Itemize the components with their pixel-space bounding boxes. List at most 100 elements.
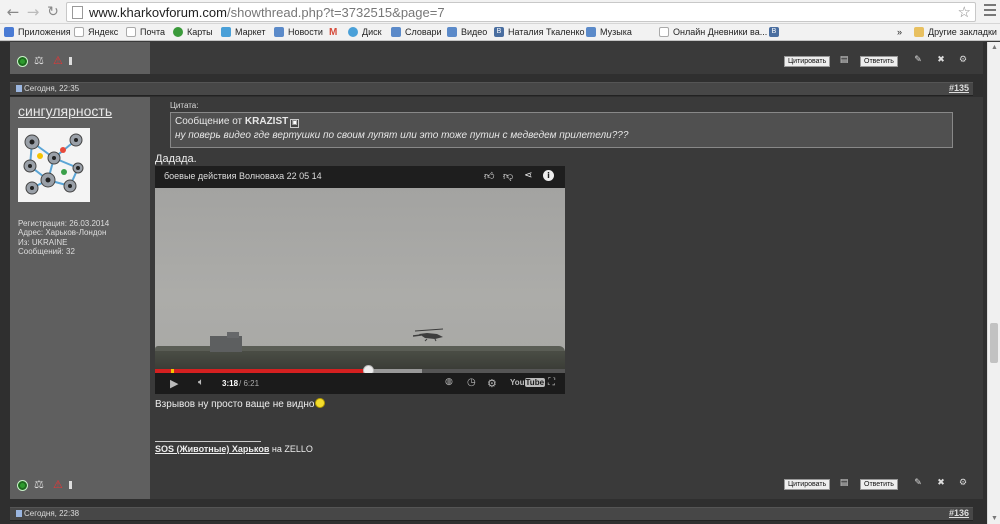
online-status-icon <box>17 56 28 67</box>
bookmark-yandex[interactable]: Яндекс <box>74 27 118 37</box>
bookmark-label: Наталия Ткаленко <box>508 27 585 37</box>
video-icon <box>447 27 457 37</box>
reply-button[interactable]: Ответить <box>860 479 898 490</box>
bookmark-label: Словари <box>405 27 442 37</box>
bookmarks-overflow[interactable]: » <box>897 27 902 37</box>
scroll-down-arrow-icon[interactable]: ▼ <box>991 515 998 522</box>
multiquote-icon[interactable]: ▤ <box>839 478 849 489</box>
scrollbar-thumb[interactable] <box>990 323 998 363</box>
captions-icon[interactable]: ◍ <box>445 377 453 387</box>
settings-gear-icon[interactable]: ⚙ <box>487 377 497 390</box>
watch-later-icon[interactable]: ◷ <box>467 377 476 388</box>
user-action-icon[interactable]: ⚙ <box>958 478 968 489</box>
signature: SOS (Животные) Харьков на ZELLO <box>155 444 313 454</box>
avatar[interactable] <box>18 128 90 202</box>
forum-page: ⚖ ⚠ Цитировать ▤ Ответить ✎ ✖ ⚙ Сегодня,… <box>0 42 987 524</box>
ignore-icon[interactable]: ✖ <box>936 55 946 66</box>
bookmarks-bar: Приложения Яндекс Почта Карты Маркет Нов… <box>0 24 1000 41</box>
bookmark-gmail[interactable]: M <box>329 27 337 38</box>
info-icon[interactable]: i <box>543 170 554 181</box>
bookmark-news[interactable]: Новости <box>274 27 323 37</box>
bookmark-disk[interactable]: Диск <box>348 27 382 37</box>
view-post-icon[interactable]: ▣ <box>290 119 300 128</box>
reply-button[interactable]: Ответить <box>860 56 898 67</box>
browser-toolbar: ← → ↻ www.kharkovforum.com/showthread.ph… <box>0 0 1000 24</box>
video-title[interactable]: боевые действия Волноваха 22 05 14 <box>164 171 322 181</box>
signature-link[interactable]: SOS (Животные) Харьков <box>155 444 269 454</box>
volume-icon[interactable]: 🔈︎ <box>198 377 204 388</box>
overflow-chevron-icon: » <box>897 27 903 37</box>
bookmark-dictionary[interactable]: Словари <box>391 27 442 37</box>
post-135: сингулярность Регистрация: 26.03.2014 Ад… <box>10 97 983 499</box>
post-doc-icon <box>16 85 22 92</box>
ignore-icon[interactable]: ✖ <box>936 478 946 489</box>
url-text[interactable]: www.kharkovforum.com/showthread.php?t=37… <box>89 5 445 20</box>
news-icon <box>274 27 284 37</box>
edit-icon[interactable]: ✎ <box>913 478 923 489</box>
multiquote-icon[interactable]: ▤ <box>839 55 849 66</box>
page-scrollbar[interactable]: ▲ ▼ <box>987 42 1000 524</box>
bookmark-star-icon[interactable]: ☆ <box>958 3 971 21</box>
vk-icon: B <box>769 27 779 37</box>
post-date: Сегодня, 22:35 <box>16 84 79 93</box>
bookmark-market[interactable]: Маркет <box>221 27 265 37</box>
quote-button[interactable]: Цитировать <box>784 479 831 490</box>
report-warning-icon[interactable]: ⚠ <box>53 478 63 491</box>
address-bar[interactable]: www.kharkovforum.com/showthread.php?t=37… <box>66 2 976 22</box>
play-icon[interactable]: ▶ <box>170 377 178 390</box>
youtube-video-player[interactable]: боевые действия Волноваха 22 05 14 👍︎ 👎︎… <box>155 166 565 394</box>
scroll-up-arrow-icon[interactable]: ▲ <box>991 44 998 51</box>
scales-icon[interactable]: ⚖ <box>34 54 44 67</box>
video-controls: ▶ 🔈︎ 3:18 / 6:21 ◍ ◷ ⚙ YouTube ⛶ <box>155 373 565 394</box>
edit-icon[interactable]: ✎ <box>913 55 923 66</box>
video-title-bar: боевые действия Волноваха 22 05 14 👍︎ 👎︎… <box>155 166 565 188</box>
bookmark-vk[interactable]: B <box>769 27 783 37</box>
forward-arrow-icon[interactable]: → <box>24 3 42 21</box>
page-icon <box>126 27 136 37</box>
video-building-top <box>227 332 239 338</box>
quote-author-prefix: Сообщение от <box>175 116 245 127</box>
bookmark-label: Приложения <box>18 27 71 37</box>
bookmark-video[interactable]: Видео <box>447 27 487 37</box>
bookmark-label: Яндекс <box>88 27 119 37</box>
user-action-icon[interactable]: ⚙ <box>958 55 968 66</box>
post-date-text: Сегодня, 22:38 <box>24 509 80 518</box>
post-number-link[interactable]: #136 <box>949 508 969 518</box>
bookmark-mail[interactable]: Почта <box>126 27 165 37</box>
video-ground <box>155 351 565 369</box>
thumbs-up-icon[interactable]: 👍︎ <box>484 170 494 182</box>
music-icon <box>586 27 596 37</box>
quote-label: Цитата: <box>170 101 199 110</box>
post-text: Дадада. <box>155 153 197 165</box>
post-content: Цитата: Сообщение от KRAZIST ▣ ну поверь … <box>150 97 983 499</box>
post-doc-icon <box>16 510 22 517</box>
vk-icon: B <box>494 27 504 37</box>
bookmark-online-diaries[interactable]: Онлайн Дневники ва... <box>659 27 767 37</box>
page-icon <box>74 27 84 37</box>
folder-icon <box>914 27 924 37</box>
youtube-logo[interactable]: YouTube <box>510 378 546 387</box>
bookmark-vk-natalia[interactable]: B Наталия Ткаленко <box>494 27 585 37</box>
fullscreen-icon[interactable]: ⛶ <box>548 377 555 388</box>
post-number-link[interactable]: #135 <box>949 83 969 93</box>
video-frame[interactable] <box>155 188 565 369</box>
post-user-panel: сингулярность Регистрация: 26.03.2014 Ад… <box>10 97 150 499</box>
report-warning-icon[interactable]: ⚠ <box>53 54 63 67</box>
bookmark-label: Другие закладки <box>928 27 997 37</box>
youtube-logo-tube: Tube <box>524 378 546 387</box>
bookmark-maps[interactable]: Карты <box>173 27 213 37</box>
quote-button[interactable]: Цитировать <box>784 56 831 67</box>
bookmark-other[interactable]: Другие закладки <box>914 27 997 37</box>
scales-icon[interactable]: ⚖ <box>34 478 44 491</box>
post-136-header: Сегодня, 22:38 #136 <box>10 507 973 521</box>
post-username[interactable]: сингулярность <box>18 103 112 119</box>
reload-icon[interactable]: ↻ <box>44 3 62 21</box>
menu-icon[interactable] <box>984 4 996 19</box>
video-time-current: 3:18 <box>222 379 239 388</box>
bookmark-label: Новости <box>288 27 323 37</box>
back-arrow-icon[interactable]: ← <box>4 3 22 21</box>
bookmark-music[interactable]: Музыка <box>586 27 632 37</box>
bookmark-apps[interactable]: Приложения <box>4 27 71 37</box>
share-icon[interactable]: ⋖ <box>524 170 532 181</box>
thumbs-down-icon[interactable]: 👎︎ <box>503 170 513 182</box>
